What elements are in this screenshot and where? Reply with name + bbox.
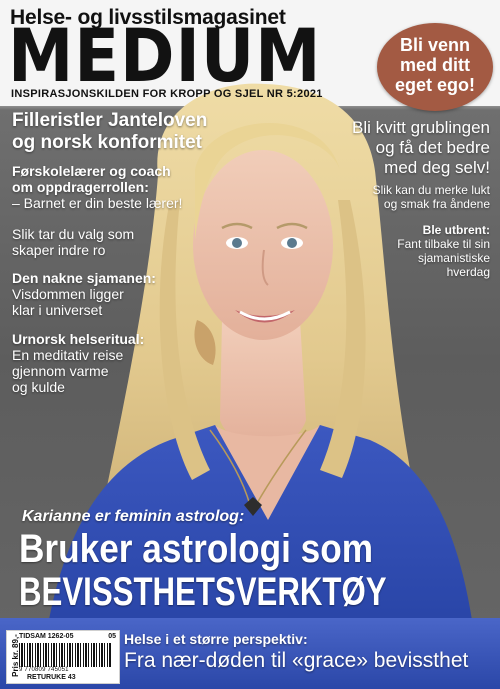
left-story-1: Førskolelærer og coach om oppdragerrolle… <box>12 163 183 211</box>
left-story-3: Den nakne sjamanen: Visdommen ligger kla… <box>12 270 156 318</box>
promo-badge-text: Bli venn med ditt eget ego! <box>394 35 475 95</box>
return-week: RETURUKE 43 <box>27 674 76 681</box>
masthead-subline: INSPIRASJONSKILDEN FOR KROPP OG SJEL NR … <box>11 88 323 100</box>
cover-story-line-2: BEVISSTHETSVERKTØY <box>19 570 387 614</box>
left-story-4: Urnorsk helseritual: En meditativ reise … <box>12 331 145 395</box>
bottom-headline: Fra nær-døden til «grace» bevissthet <box>124 649 469 672</box>
magazine-cover: Helse- og livsstilsmagasinet MEDIUM INSP… <box>0 0 500 689</box>
barcode-box: Pris kr. 89,- TIDSAM 1262-05 05 9 770809… <box>6 630 120 684</box>
cover-story-kicker: Karianne er feminin astrolog: <box>22 508 245 525</box>
barcode-issue: 05 <box>108 633 116 640</box>
left-story-2: Slik tar du valg som skaper indre ro <box>12 226 135 258</box>
magazine-title: MEDIUM <box>8 14 322 99</box>
right-headline: Bli kvitt grublingen og få det bedre med… <box>352 118 490 177</box>
left-headline: Filleristler Janteloven og norsk konform… <box>12 110 208 153</box>
bottom-kicker: Helse i et større perspektiv: <box>124 631 308 647</box>
barcode-code: TIDSAM 1262-05 <box>19 633 74 640</box>
right-story-1: Slik kan du merke lukt og smak fra ånden… <box>372 183 490 211</box>
cover-story-line-1: Bruker astrologi som <box>19 527 374 571</box>
barcode-digits: 9 770809 745051 <box>19 667 69 673</box>
barcode-bars <box>19 643 111 667</box>
right-story-2: Ble utbrent: Fant tilbake til sin sjaman… <box>397 223 490 279</box>
